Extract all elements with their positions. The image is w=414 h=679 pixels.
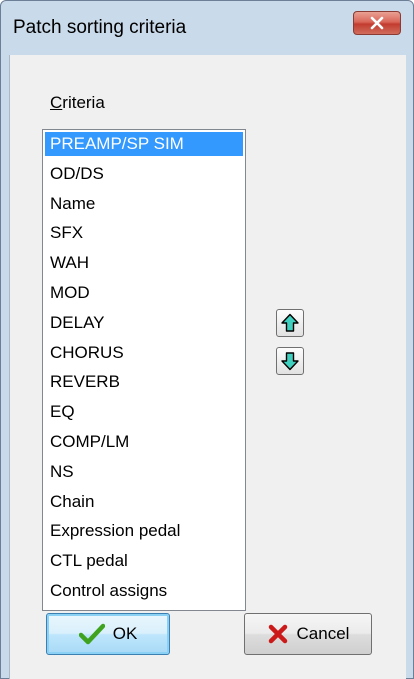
dialog-body: Criteria PREAMP/SP SIM OD/DS Name SFX WAH MOD… xyxy=(9,55,406,679)
close-button[interactable] xyxy=(353,11,401,35)
arrow-up-icon xyxy=(281,313,299,332)
list-item[interactable]: DELAY xyxy=(45,311,243,335)
checkmark-icon xyxy=(78,623,105,645)
list-item[interactable]: WAH xyxy=(45,251,243,275)
list-item[interactable]: Chain xyxy=(45,490,243,514)
window-title: Patch sorting criteria xyxy=(13,17,187,38)
list-item[interactable]: Control assigns xyxy=(45,579,243,603)
cancel-button[interactable]: Cancel xyxy=(244,613,372,655)
ok-label: OK xyxy=(112,624,138,643)
list-item[interactable]: Name xyxy=(45,192,243,216)
list-item[interactable]: SFX xyxy=(45,221,243,245)
list-item[interactable]: OD/DS xyxy=(45,162,243,186)
list-item[interactable]: PREAMP/SP SIM xyxy=(45,132,243,156)
dialog-window: Patch sorting criteria Criteria PREAMP/S… xyxy=(0,0,414,679)
move-up-button[interactable] xyxy=(276,309,304,337)
list-item[interactable]: COMP/LM xyxy=(45,430,243,454)
ok-button[interactable]: OK xyxy=(46,613,170,655)
list-item[interactable]: REVERB xyxy=(45,370,243,394)
cancel-x-icon xyxy=(267,623,289,645)
title-bar[interactable]: Patch sorting criteria xyxy=(1,1,413,55)
list-item[interactable]: CHORUS xyxy=(45,341,243,365)
close-icon xyxy=(370,16,384,30)
list-item[interactable]: MOD xyxy=(45,281,243,305)
criteria-label: Criteria xyxy=(50,93,105,113)
list-item[interactable]: CTL pedal xyxy=(45,549,243,573)
criteria-label-mnemonic: C xyxy=(50,93,63,112)
arrow-down-icon xyxy=(281,352,299,371)
list-item[interactable]: NS xyxy=(45,460,243,484)
criteria-listbox[interactable]: PREAMP/SP SIM OD/DS Name SFX WAH MOD DELAY CHOR… xyxy=(42,129,246,611)
list-item[interactable]: EQ xyxy=(45,400,243,424)
cancel-label: Cancel xyxy=(296,624,350,643)
list-item[interactable]: Expression pedal xyxy=(45,519,243,543)
criteria-label-rest: riteria xyxy=(62,93,105,112)
move-down-button[interactable] xyxy=(276,347,304,375)
